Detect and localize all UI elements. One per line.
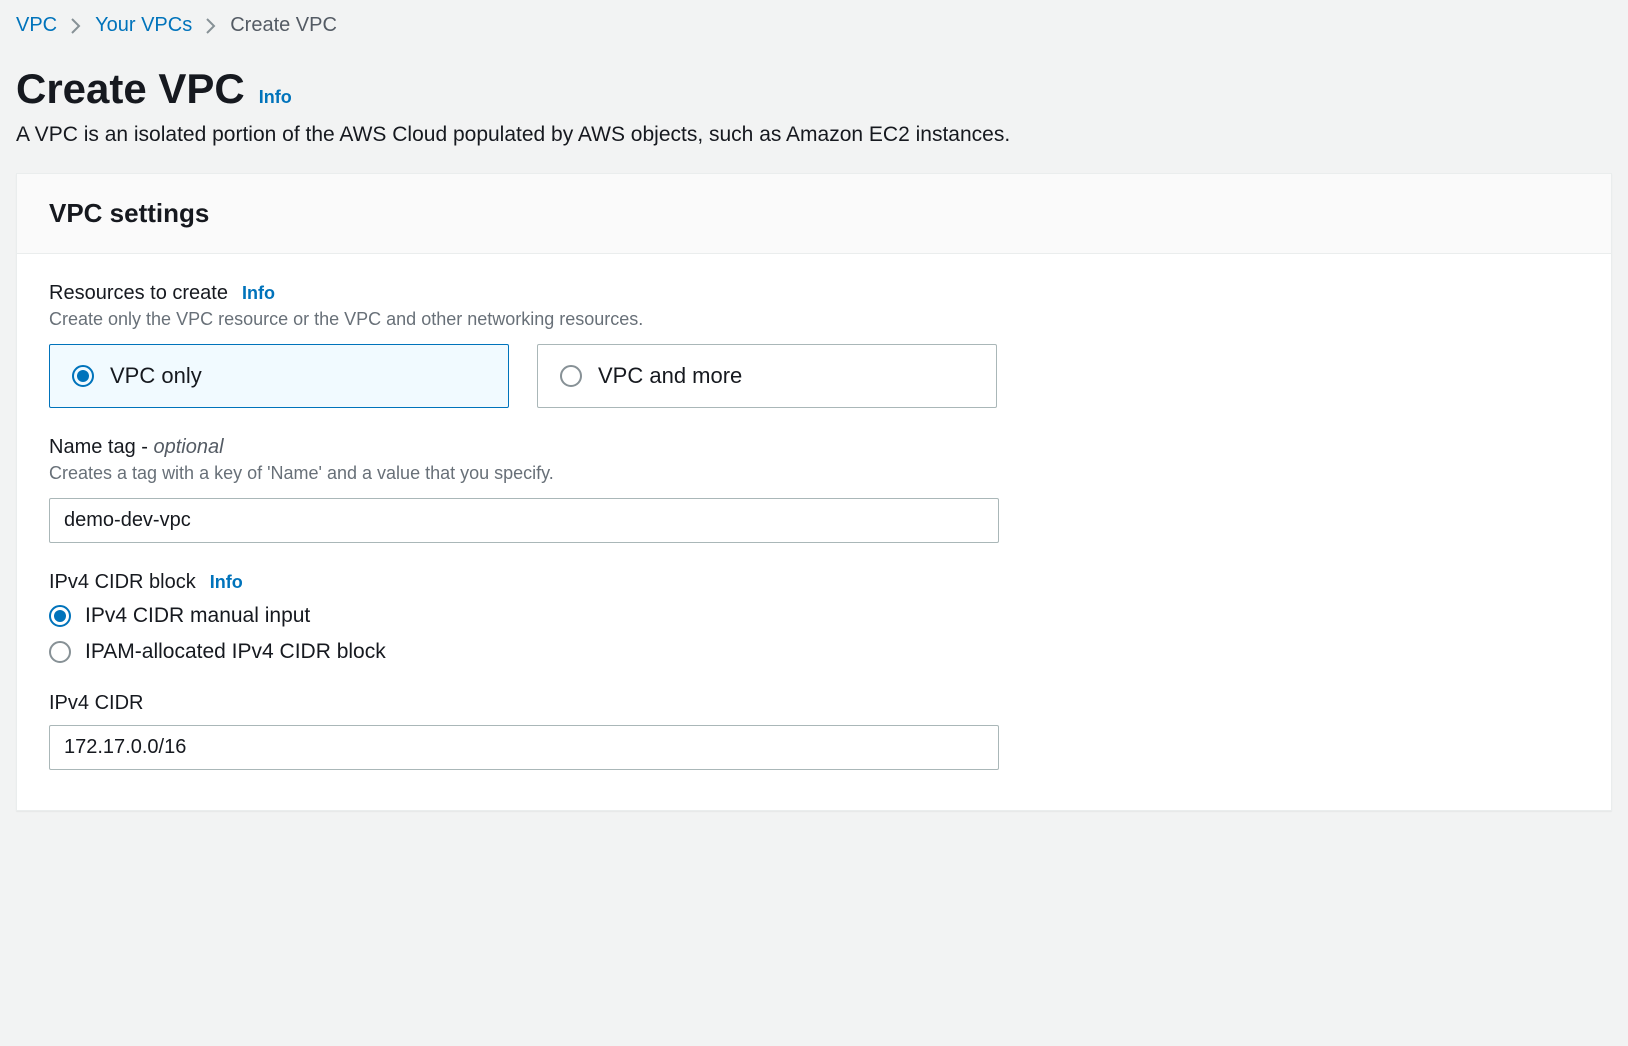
name-tag-optional: optional — [153, 436, 223, 458]
field-ipv4-cidr-block: IPv4 CIDR block Info IPv4 CIDR manual in… — [49, 571, 1579, 664]
info-link-resources[interactable]: Info — [242, 283, 275, 304]
tile-vpc-and-more[interactable]: VPC and more — [537, 344, 997, 408]
field-resources-to-create: Resources to create Info Create only the… — [49, 282, 1579, 408]
name-tag-desc: Creates a tag with a key of 'Name' and a… — [49, 463, 1579, 484]
breadcrumb: VPC Your VPCs Create VPC — [16, 14, 1612, 37]
radio-ipam-allocated[interactable]: IPAM-allocated IPv4 CIDR block — [49, 640, 1579, 664]
field-name-tag: Name tag - optional Creates a tag with a… — [49, 436, 1579, 543]
radio-icon — [49, 641, 71, 663]
name-tag-label-text: Name tag - — [49, 436, 153, 458]
info-link-ipv4-cidr-block[interactable]: Info — [210, 572, 243, 593]
radio-icon — [72, 365, 94, 387]
chevron-right-icon — [71, 18, 81, 34]
breadcrumb-link-your-vpcs[interactable]: Your VPCs — [95, 14, 192, 37]
panel-header: VPC settings — [17, 174, 1611, 254]
tile-vpc-only-label: VPC only — [110, 363, 202, 389]
panel-title: VPC settings — [49, 198, 1579, 229]
name-tag-label: Name tag - optional — [49, 436, 224, 459]
tile-vpc-only[interactable]: VPC only — [49, 344, 509, 408]
ipv4-cidr-input[interactable] — [49, 725, 999, 770]
name-tag-input[interactable] — [49, 498, 999, 543]
page-subtitle: A VPC is an isolated portion of the AWS … — [16, 123, 1612, 147]
breadcrumb-current: Create VPC — [230, 14, 337, 37]
page-title: Create VPC — [16, 65, 245, 113]
vpc-settings-panel: VPC settings Resources to create Info Cr… — [16, 173, 1612, 811]
field-ipv4-cidr: IPv4 CIDR — [49, 692, 1579, 770]
resources-to-create-label: Resources to create — [49, 282, 228, 305]
radio-ipv4-manual-label: IPv4 CIDR manual input — [85, 604, 310, 628]
radio-ipv4-manual-input[interactable]: IPv4 CIDR manual input — [49, 604, 1579, 628]
radio-ipam-allocated-label: IPAM-allocated IPv4 CIDR block — [85, 640, 386, 664]
ipv4-cidr-label: IPv4 CIDR — [49, 692, 143, 715]
radio-icon — [49, 605, 71, 627]
ipv4-cidr-block-label: IPv4 CIDR block — [49, 571, 196, 594]
chevron-right-icon — [206, 18, 216, 34]
resources-to-create-desc: Create only the VPC resource or the VPC … — [49, 309, 1579, 330]
tile-vpc-and-more-label: VPC and more — [598, 363, 742, 389]
radio-icon — [560, 365, 582, 387]
breadcrumb-link-vpc[interactable]: VPC — [16, 14, 57, 37]
info-link-page[interactable]: Info — [259, 87, 292, 108]
